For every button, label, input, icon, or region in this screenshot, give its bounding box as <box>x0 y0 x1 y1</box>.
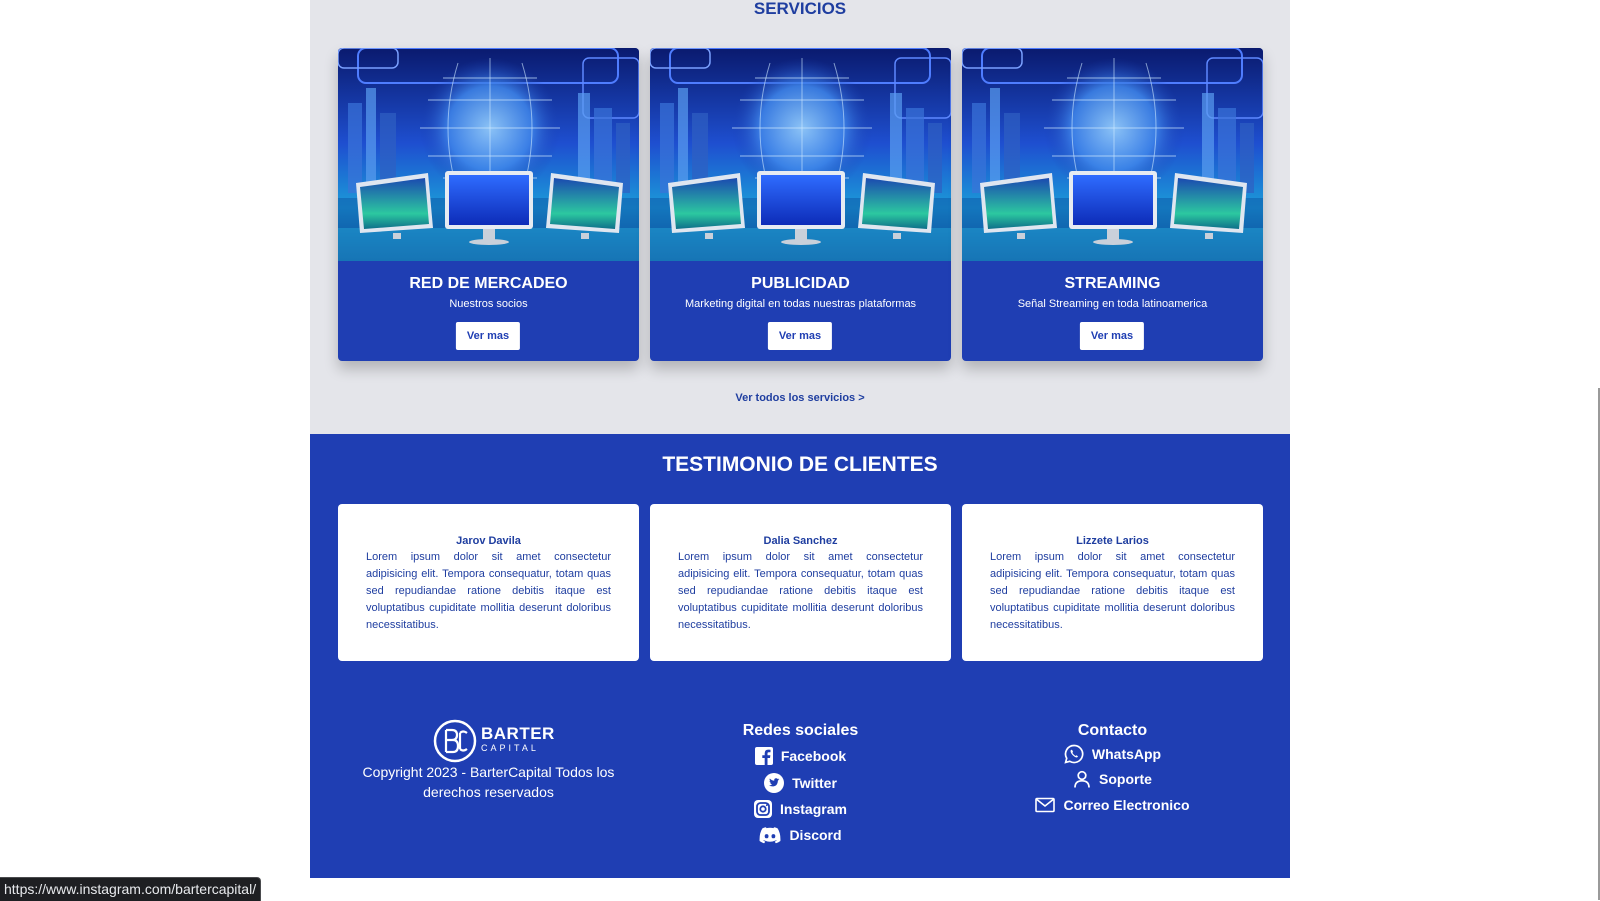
discord-link[interactable]: Discord <box>650 826 951 844</box>
ver-mas-button[interactable]: Ver mas <box>455 322 521 350</box>
service-card: STREAMING Señal Streaming en toda latino… <box>962 48 1263 361</box>
ver-mas-button[interactable]: Ver mas <box>767 322 833 350</box>
facebook-link[interactable]: Facebook <box>650 747 951 765</box>
whatsapp-label: WhatsApp <box>1091 746 1162 762</box>
instagram-icon <box>754 800 773 818</box>
instagram-label: Instagram <box>780 801 847 817</box>
service-card-title: STREAMING <box>1064 275 1161 292</box>
logo-word: BARTER <box>481 724 555 743</box>
page: SERVICIOS RED DE MERCADEO Nuestros socio… <box>310 0 1290 878</box>
mail-icon <box>1035 797 1056 813</box>
service-image <box>650 48 951 261</box>
testimonials-title: TESTIMONIO DE CLIENTES <box>662 453 938 476</box>
link-status-bar: https://www.instagram.com/bartercapital/ <box>0 877 262 901</box>
testimonials-section: TESTIMONIO DE CLIENTES Jarov Davila Lore… <box>310 434 1290 878</box>
service-card: PUBLICIDAD Marketing digital en todas nu… <box>650 48 951 361</box>
soporte-link[interactable]: Soporte <box>962 770 1263 788</box>
user-icon <box>1074 770 1090 788</box>
discord-icon <box>759 826 781 843</box>
testimonial-text: Lorem ipsum dolor sit amet consectetur a… <box>366 551 611 631</box>
contact-heading: Contacto <box>1077 722 1148 739</box>
ver-mas-button[interactable]: Ver mas <box>1079 322 1145 350</box>
testimonial-name: Jarov Davila <box>456 535 521 547</box>
logo-subword: CAPITAL <box>481 743 539 753</box>
service-card-title: RED DE MERCADEO <box>409 275 568 292</box>
all-services-link[interactable]: Ver todos los servicios > <box>310 391 1290 405</box>
soporte-label: Soporte <box>1099 771 1152 787</box>
facebook-label: Facebook <box>780 748 847 764</box>
barter-capital-logo[interactable]: BARTER CAPITAL <box>433 719 555 763</box>
email-label: Correo Electronico <box>1063 797 1190 813</box>
testimonial-card: Jarov Davila Lorem ipsum dolor sit amet … <box>338 504 639 661</box>
whatsapp-link[interactable]: WhatsApp <box>962 744 1263 764</box>
service-image <box>962 48 1263 261</box>
instagram-link[interactable]: Instagram <box>650 800 951 818</box>
services-section: SERVICIOS RED DE MERCADEO Nuestros socio… <box>310 0 1290 434</box>
service-card: RED DE MERCADEO Nuestros socios Ver mas <box>338 48 639 361</box>
services-title: SERVICIOS <box>753 0 847 18</box>
testimonial-text: Lorem ipsum dolor sit amet consectetur a… <box>678 551 923 631</box>
facebook-icon <box>754 747 773 765</box>
testimonial-card: Dalia Sanchez Lorem ipsum dolor sit amet… <box>650 504 951 661</box>
twitter-icon <box>764 773 785 793</box>
discord-label: Discord <box>789 827 842 843</box>
service-image <box>338 48 639 261</box>
copyright-text: Copyright 2023 - BarterCapital Todos los… <box>362 764 615 800</box>
whatsapp-icon <box>1064 744 1084 764</box>
service-card-title: PUBLICIDAD <box>751 275 850 292</box>
social-heading: Redes sociales <box>742 722 859 739</box>
testimonial-card: Lizzete Larios Lorem ipsum dolor sit ame… <box>962 504 1263 661</box>
email-link[interactable]: Correo Electronico <box>962 796 1263 814</box>
testimonial-text: Lorem ipsum dolor sit amet consectetur a… <box>990 551 1235 631</box>
twitter-label: Twitter <box>792 775 837 791</box>
service-card-subtitle: Marketing digital en todas nuestras plat… <box>684 298 917 310</box>
twitter-link[interactable]: Twitter <box>650 773 951 793</box>
service-card-subtitle: Señal Streaming en toda latinoamerica <box>1017 298 1208 310</box>
logo-emblem-icon <box>433 719 477 763</box>
service-card-subtitle: Nuestros socios <box>449 298 528 310</box>
testimonial-name: Lizzete Larios <box>1076 535 1149 547</box>
testimonial-name: Dalia Sanchez <box>763 535 838 547</box>
